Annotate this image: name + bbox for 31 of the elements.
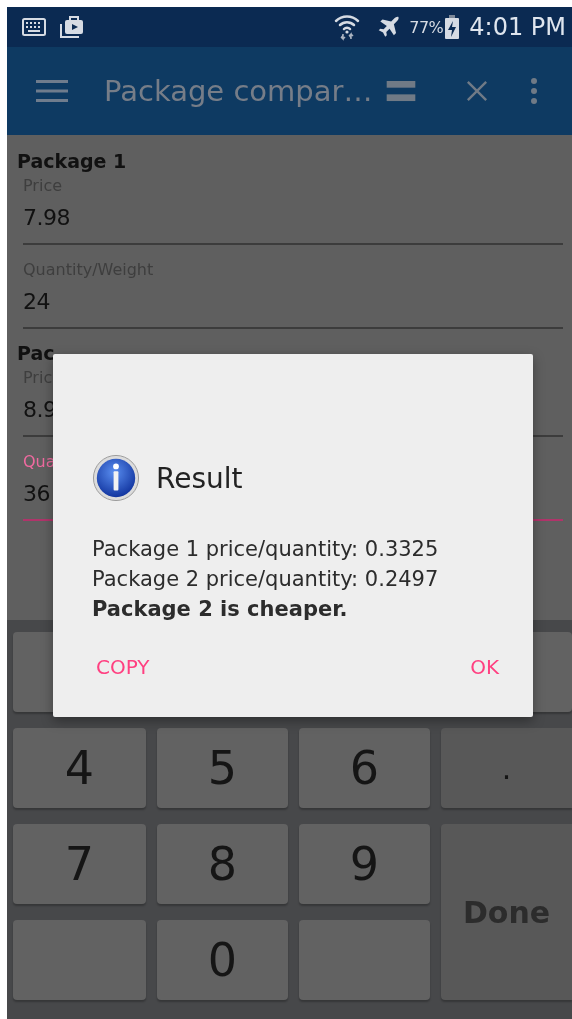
briefcase-play-icon xyxy=(60,16,84,38)
battery-charging-icon xyxy=(445,15,460,39)
field-value: 7.98 xyxy=(23,205,70,230)
keyboard-key[interactable]: 5 xyxy=(157,728,288,808)
keyboard-icon xyxy=(22,18,46,36)
dialog-button[interactable]: OK xyxy=(466,649,503,685)
keyboard-key[interactable]: 8 xyxy=(157,824,288,904)
dialog-button[interactable]: COPY xyxy=(92,649,154,685)
more-options-icon[interactable] xyxy=(531,78,537,104)
clock-time: 4:01 PM xyxy=(469,13,566,41)
close-icon[interactable] xyxy=(466,80,488,102)
wifi-icon xyxy=(334,13,361,41)
section-heading: Package 1 xyxy=(17,149,128,173)
info-icon xyxy=(92,454,140,502)
field-value: 36 xyxy=(23,481,50,506)
keyboard-key[interactable]: 6 xyxy=(299,728,430,808)
field-value: 24 xyxy=(23,289,50,314)
result-text: Package 2 price/quantity: 0.2497 xyxy=(92,566,440,593)
equals-icon[interactable] xyxy=(386,80,416,102)
keyboard-key[interactable]: 0 xyxy=(157,920,288,1000)
section-heading: Pac xyxy=(17,341,56,365)
keyboard-key[interactable]: . xyxy=(441,728,572,808)
keyboard-key[interactable]: 9 xyxy=(299,824,430,904)
menu-icon[interactable] xyxy=(36,80,68,102)
dialog-title: Result xyxy=(156,461,243,495)
battery-percentage: 77% xyxy=(409,17,444,37)
result-text: Package 2 is cheaper. xyxy=(92,596,349,623)
app-title: Package compar… xyxy=(104,74,374,108)
keyboard-key[interactable]: 7 xyxy=(13,824,146,904)
result-text: Package 1 price/quantity: 0.3325 xyxy=(92,536,440,563)
keyboard-key[interactable]: 4 xyxy=(13,728,146,808)
